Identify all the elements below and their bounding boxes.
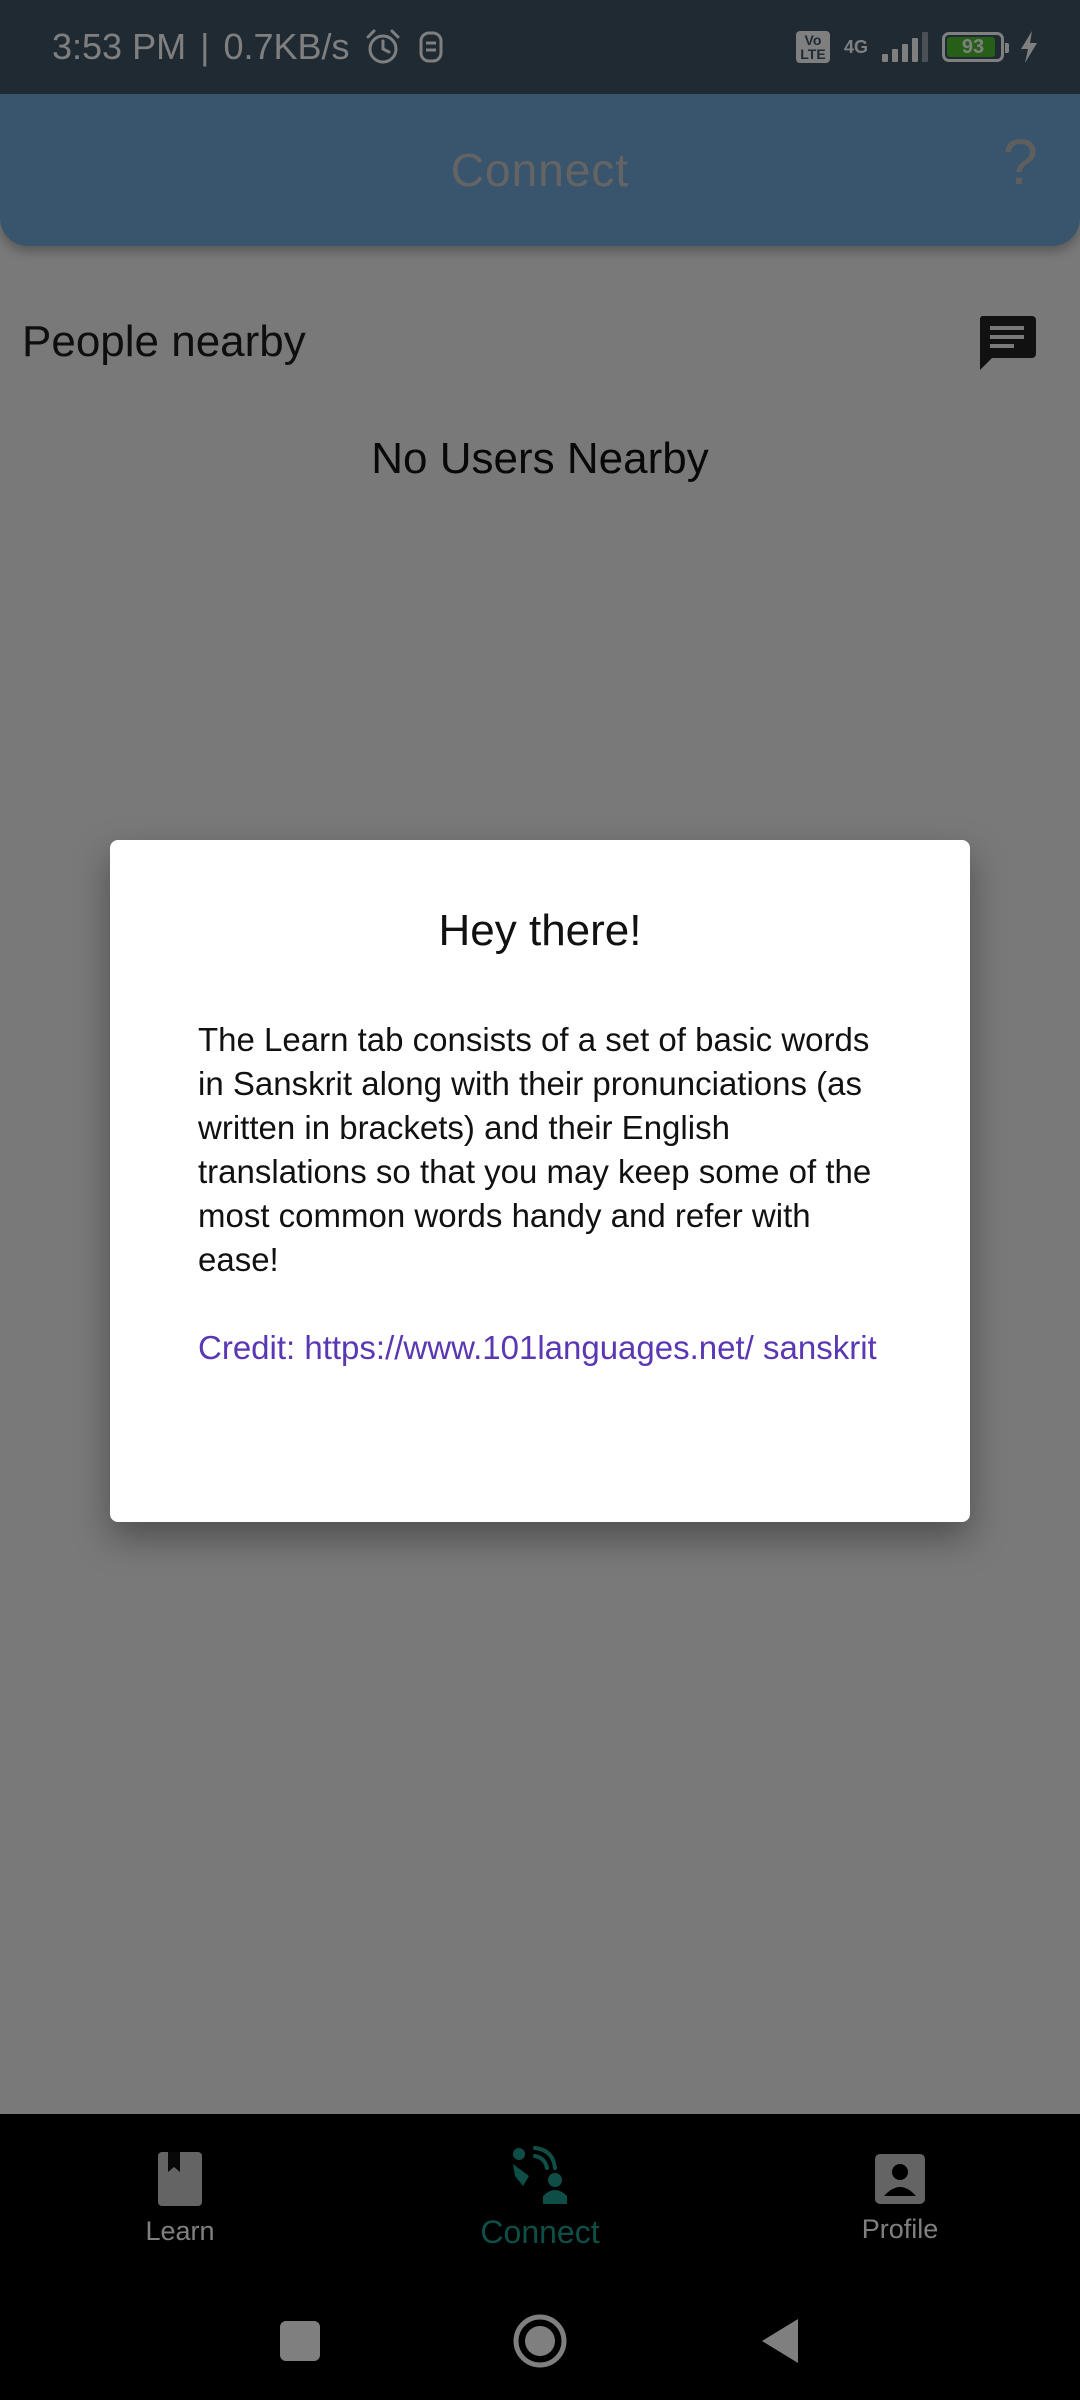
info-dialog: Hey there! The Learn tab consists of a s… — [110, 840, 970, 1522]
credit-link[interactable]: Credit: https://www.101languages.net/ sa… — [198, 1326, 882, 1370]
dialog-body: The Learn tab consists of a set of basic… — [198, 1021, 872, 1278]
screen: 3:53 PM | 0.7KB/s Vo LTE 4G 93 — [0, 0, 1080, 2400]
dialog-title: Hey there! — [438, 906, 642, 955]
